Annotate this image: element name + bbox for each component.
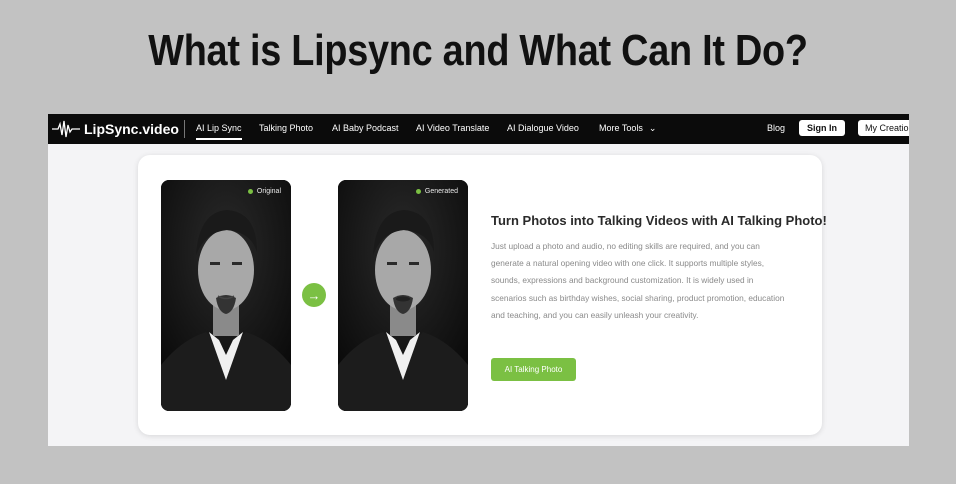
- ai-talking-photo-button[interactable]: AI Talking Photo: [491, 358, 576, 381]
- generated-photo: Generated: [338, 180, 468, 411]
- original-badge: Original: [247, 188, 281, 195]
- waveform-icon: [52, 120, 80, 138]
- nav-item-ai-dialogue-video[interactable]: AI Dialogue Video: [507, 123, 579, 133]
- logo-text: LipSync.video: [84, 121, 179, 137]
- nav-item-talking-photo[interactable]: Talking Photo: [259, 123, 313, 133]
- nav-divider: [184, 120, 185, 138]
- feature-card: Original → Generated Turn Photos into Ta…: [138, 155, 827, 435]
- nav-item-ai-video-translate[interactable]: AI Video Translate: [416, 123, 489, 133]
- original-photo: Original: [161, 180, 291, 411]
- nav-item-ai-baby-podcast[interactable]: AI Baby Podcast: [332, 123, 399, 133]
- portrait-image-generated: [338, 180, 468, 411]
- nav-item-blog[interactable]: Blog: [767, 123, 785, 133]
- status-dot-icon: [415, 189, 421, 194]
- arrow-right-icon: →: [302, 283, 326, 307]
- portrait-image: [161, 180, 291, 411]
- feature-description: Just upload a photo and audio, no editin…: [491, 241, 785, 320]
- my-creations-button[interactable]: My Creatio: [858, 120, 909, 136]
- generated-badge-label: Generated: [424, 188, 458, 195]
- nav-item-ai-lip-sync[interactable]: AI Lip Sync: [196, 123, 242, 140]
- page-headline: What is Lipsync and What Can It Do?: [148, 26, 808, 75]
- chevron-down-icon: ⌄: [648, 123, 657, 133]
- status-dot-icon: [247, 189, 253, 194]
- nav-item-more-tools[interactable]: More Tools ⌄: [599, 123, 656, 134]
- logo[interactable]: LipSync.video: [52, 116, 179, 142]
- feature-title: Turn Photos into Talking Videos with AI …: [491, 213, 827, 228]
- sign-in-button[interactable]: Sign In: [799, 120, 845, 136]
- generated-badge: Generated: [415, 188, 458, 195]
- top-nav: LipSync.video AI Lip Sync Talking Photo …: [48, 114, 909, 144]
- more-tools-label: More Tools: [599, 123, 643, 133]
- website-screenshot: LipSync.video AI Lip Sync Talking Photo …: [48, 114, 909, 446]
- original-badge-label: Original: [256, 188, 281, 195]
